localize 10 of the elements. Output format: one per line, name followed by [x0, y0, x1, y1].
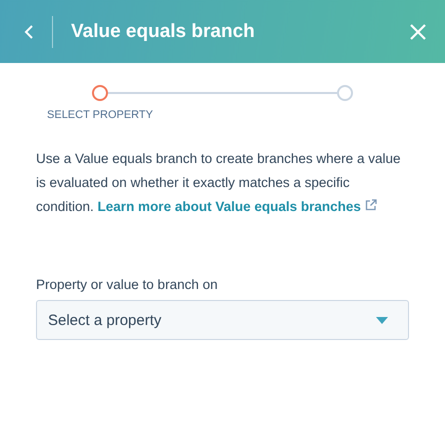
learn-more-link[interactable]: Learn more about Value equals branches	[98, 199, 377, 214]
window-title: Value equals branch	[71, 20, 256, 42]
property-dropdown[interactable]: Select a property	[36, 300, 409, 340]
field-label: Property or value to branch on	[36, 277, 219, 292]
external-link-icon	[364, 199, 377, 211]
close-icon	[409, 22, 427, 40]
chevron-left-icon	[24, 24, 34, 40]
step-label: SELECT PROPERTY	[47, 109, 153, 121]
description-text: Use a Value equals branch to create branches where a value is evaluated on whether it exactly matches a specific condition. Learn more about Value equals branches	[36, 150, 402, 216]
caret-icon	[376, 316, 388, 324]
